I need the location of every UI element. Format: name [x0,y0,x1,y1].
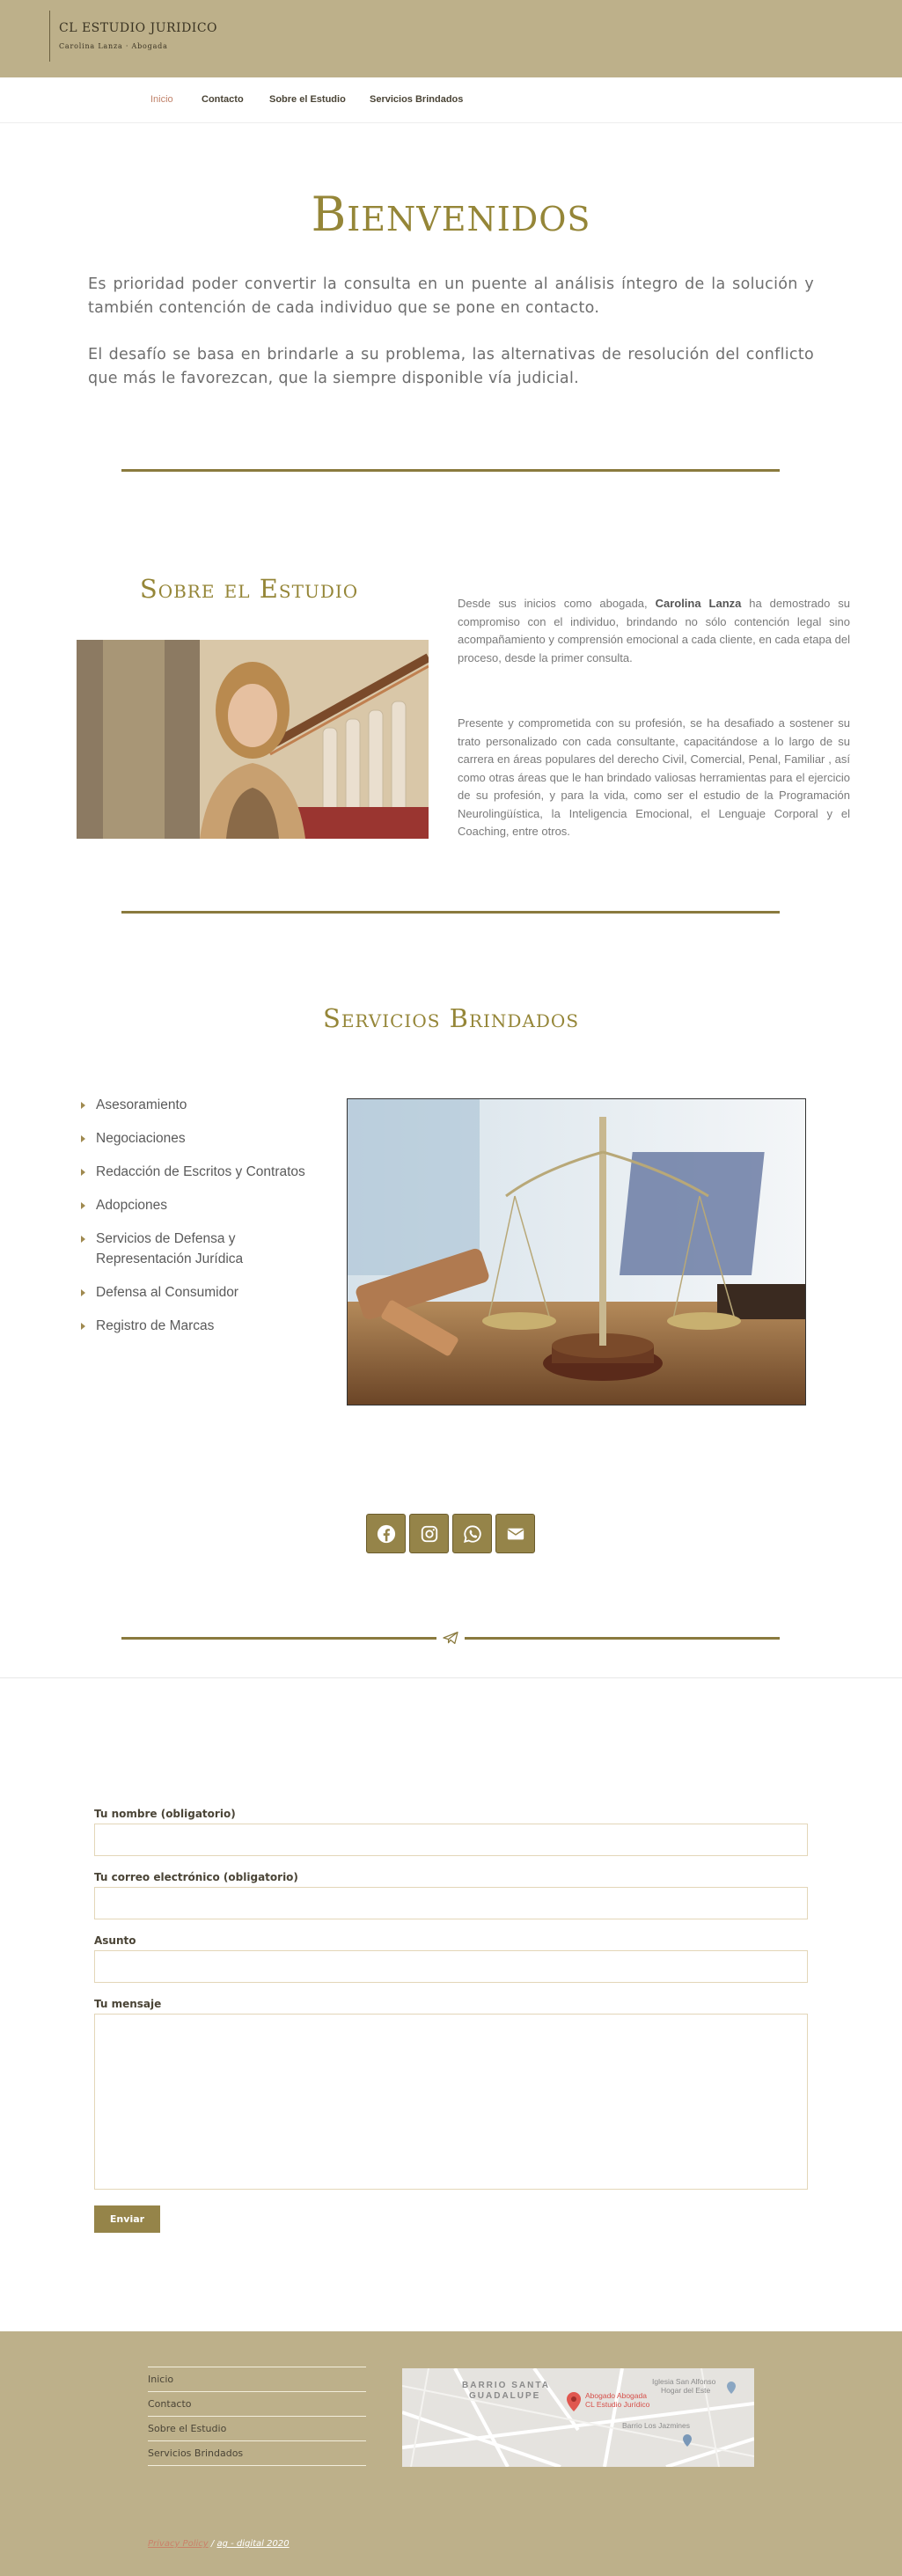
triangle-bullet-icon [81,1202,85,1209]
message-label: Tu mensaje [94,1998,162,2010]
paper-plane-icon [443,1631,458,1645]
name-label: Tu nombre (obligatorio) [94,1808,236,1820]
triangle-bullet-icon [81,1169,85,1176]
section-divider-left [121,1637,436,1640]
nav-item-contacto[interactable]: Contacto [202,94,244,105]
place-marker-icon [683,2434,692,2447]
list-item: Redacción de Escritos y Contratos [77,1162,324,1182]
list-item: Asesoramiento [77,1095,324,1115]
email-field[interactable] [94,1887,808,1919]
list-item: Adopciones [77,1195,324,1215]
triangle-bullet-icon [81,1102,85,1109]
site-header: CL ESTUDIO JURIDICO Carolina Lanza · Abo… [0,0,902,77]
privacy-policy-link[interactable]: Privacy Policy [148,2539,209,2549]
about-title: Sobre el Estudio [139,574,359,604]
social-buttons [366,1514,535,1553]
place-marker-icon [727,2382,736,2394]
nav-item-inicio[interactable]: Inicio [150,94,173,105]
welcome-title: Bienvenidos [311,187,591,242]
list-item: Registro de Marcas [77,1316,324,1336]
envelope-icon [507,1528,524,1539]
lawyer-name: Carolina Lanza [655,597,742,610]
nav-item-sobre-el-estudio[interactable]: Sobre el Estudio [269,94,346,105]
footer-link-sobre-el-estudio[interactable]: Sobre el Estudio [148,2417,366,2441]
footer-link-contacto[interactable]: Contacto [148,2392,366,2417]
triangle-bullet-icon [81,1135,85,1142]
section-divider [121,469,780,472]
triangle-bullet-icon [81,1323,85,1330]
instagram-icon [421,1525,437,1542]
whatsapp-icon [463,1524,481,1543]
footer-link-servicios-brindados[interactable]: Servicios Brindados [148,2441,366,2466]
site-logo[interactable]: CL ESTUDIO JURIDICO Carolina Lanza · Abo… [49,11,217,62]
embedded-map[interactable]: BARRIO SANTA GUADALUPE Abogado Abogada C… [402,2368,754,2467]
services-title: Servicios Brindados [322,1003,580,1033]
whatsapp-button[interactable] [452,1514,492,1553]
footer-link-inicio[interactable]: Inicio [148,2367,366,2392]
copyright-line: Privacy Policy / ag - digital 2020 [148,2539,290,2549]
section-divider-right [465,1637,780,1640]
site-footer: Inicio Contacto Sobre el Estudio Servici… [0,2331,902,2576]
triangle-bullet-icon [81,1289,85,1296]
name-field[interactable] [94,1824,808,1856]
main-nav: Inicio Contacto Sobre el Estudio Servici… [0,77,902,123]
triangle-bullet-icon [81,1236,85,1243]
lawyer-photo [77,640,429,839]
subject-field[interactable] [94,1950,808,1983]
section-divider [121,911,780,914]
services-list: Asesoramiento Negociaciones Redacción de… [77,1095,324,1349]
list-item: Negociaciones [77,1128,324,1149]
scales-of-justice-photo [347,1098,806,1405]
welcome-paragraph-2: El desafío se basa en brindarle a su pro… [88,346,814,387]
subject-label: Asunto [94,1934,136,1947]
developer-credit[interactable]: ag - digital 2020 [216,2539,289,2549]
instagram-button[interactable] [409,1514,449,1553]
horizontal-rule [0,1677,902,1678]
map-pin-icon [567,2392,581,2411]
nav-item-servicios-brindados[interactable]: Servicios Brindados [370,94,463,105]
logo-subtitle: Carolina Lanza · Abogada [59,42,168,50]
email-label: Tu correo electrónico (obligatorio) [94,1871,298,1883]
welcome-paragraph-1: Es prioridad poder convertir la consulta… [88,275,814,317]
facebook-icon [377,1524,395,1543]
list-item: Defensa al Consumidor [77,1282,324,1303]
send-button[interactable]: Enviar [94,2205,160,2233]
about-paragraph-2: Presente y comprometida con su profesión… [458,716,850,838]
list-item: Servicios de Defensa y Representación Ju… [77,1229,324,1269]
email-button[interactable] [495,1514,535,1553]
message-textarea[interactable] [94,2014,808,2190]
about-paragraph-1: Desde sus inicios como abogada, Carolina… [458,597,850,664]
footer-nav: Inicio Contacto Sobre el Estudio Servici… [148,2367,366,2466]
facebook-button[interactable] [366,1514,406,1553]
logo-title: CL ESTUDIO JURIDICO [59,21,218,35]
